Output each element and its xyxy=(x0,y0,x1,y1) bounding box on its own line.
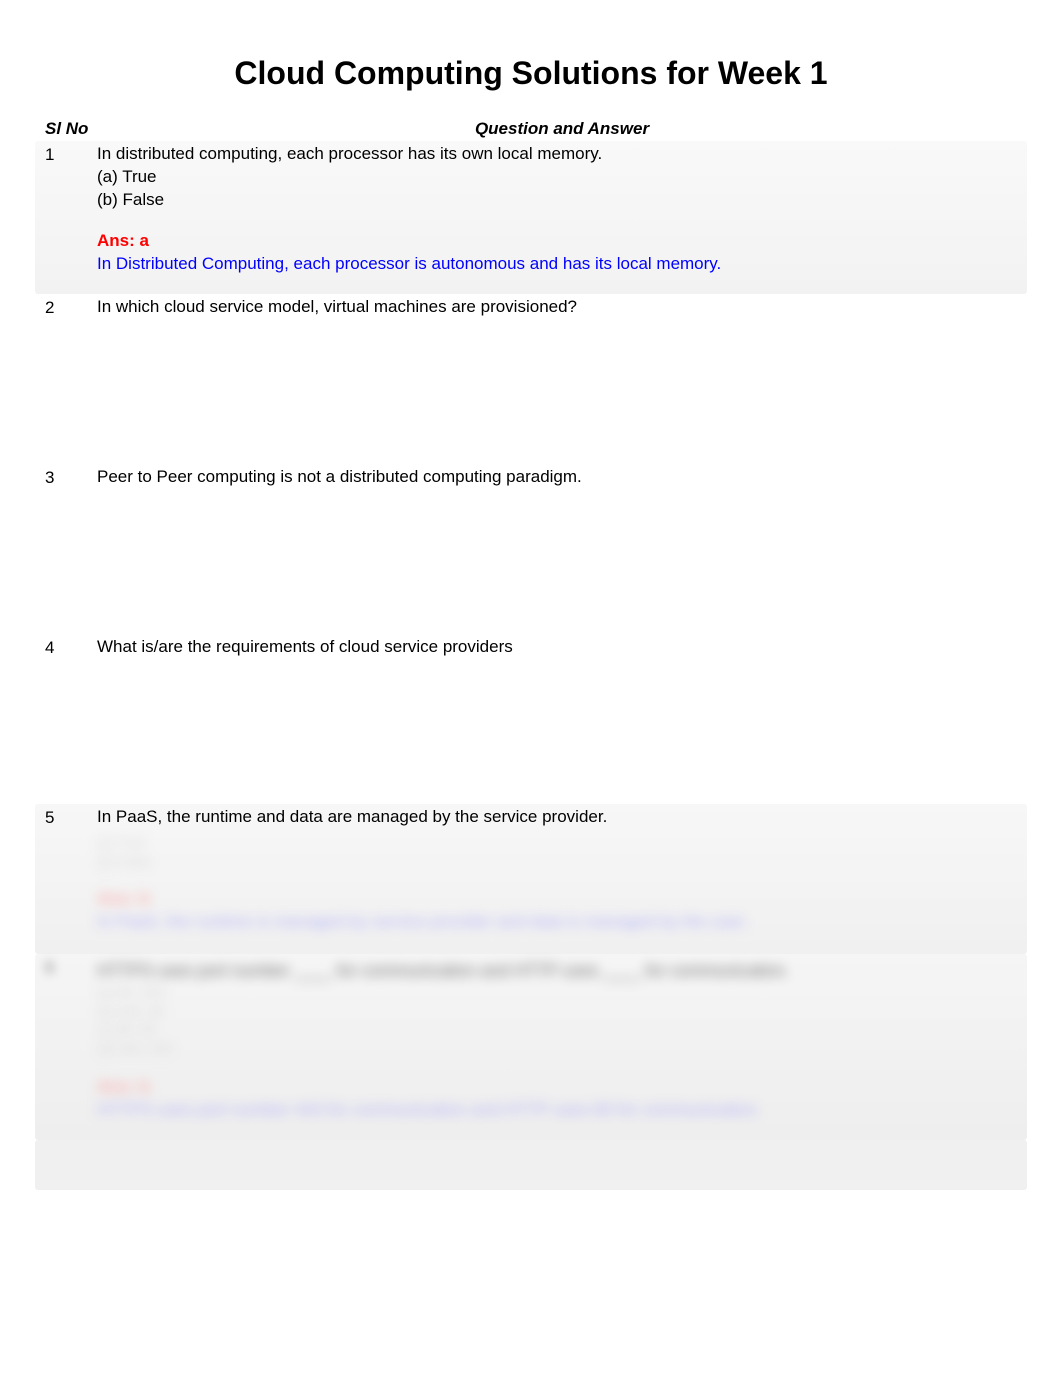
table-row: 4 What is/are the requirements of cloud … xyxy=(35,634,1027,804)
blurred-option: (b) False xyxy=(97,852,987,871)
row-number: 2 xyxy=(35,296,97,446)
table-row: 2 In which cloud service model, virtual … xyxy=(35,294,1027,464)
table-row: 5 In PaaS, the runtime and data are mana… xyxy=(35,804,1027,954)
header-qa: Question and Answer xyxy=(97,119,1027,139)
row-number: 3 xyxy=(35,466,97,616)
row-content: Peer to Peer computing is not a distribu… xyxy=(97,466,1027,616)
table-row: 3 Peer to Peer computing is not a distri… xyxy=(35,464,1027,634)
blurred-option: (d) 443, 443 xyxy=(97,1039,987,1058)
blurred-content: HTTPS uses port number ____ for communic… xyxy=(97,960,1027,1122)
page-title: Cloud Computing Solutions for Week 1 xyxy=(0,0,1062,117)
row-number: 1 xyxy=(35,143,97,276)
option-b: (b) False xyxy=(97,189,987,212)
row-content: In which cloud service model, virtual ma… xyxy=(97,296,1027,446)
row-number: 6 xyxy=(35,956,97,1122)
blurred-content: (a) True (b) False Ans: b In PaaS, the r… xyxy=(97,833,987,935)
blurred-answer: Ans: b xyxy=(97,888,987,911)
question-text: What is/are the requirements of cloud se… xyxy=(97,637,513,656)
table-row: 6 HTTPS uses port number ____ for commun… xyxy=(35,954,1027,1140)
question-text: In distributed computing, each processor… xyxy=(97,144,602,163)
blurred-explanation: HTTPS uses port number 443 for communica… xyxy=(97,1099,987,1122)
blurred-explanation: In PaaS, the runtime is managed by servi… xyxy=(97,911,987,934)
table-row xyxy=(35,1140,1027,1190)
table-header-row: Sl No Question and Answer xyxy=(35,117,1027,141)
row-number: 4 xyxy=(35,636,97,786)
answer-label: Ans: a xyxy=(97,230,987,253)
question-text: In which cloud service model, virtual ma… xyxy=(97,297,577,316)
qa-table: Sl No Question and Answer 1 In distribut… xyxy=(0,117,1062,1190)
row-number xyxy=(35,1142,97,1172)
blurred-question: HTTPS uses port number ____ for communic… xyxy=(97,961,789,980)
row-number: 5 xyxy=(35,806,97,936)
blurred-option: (b) 443, 80 xyxy=(97,1002,987,1021)
header-slno: Sl No xyxy=(35,119,97,139)
blurred-option: (c) 80, 80 xyxy=(97,1020,987,1039)
answer-explanation: In Distributed Computing, each processor… xyxy=(97,253,987,276)
blurred-option: (a) 80, 443 xyxy=(97,983,987,1002)
option-a: (a) True xyxy=(97,166,987,189)
blurred-answer: Ans: b xyxy=(97,1076,987,1099)
row-content: In distributed computing, each processor… xyxy=(97,143,1027,276)
row-content: What is/are the requirements of cloud se… xyxy=(97,636,1027,786)
blurred-option: (a) True xyxy=(97,833,987,852)
row-content xyxy=(97,1142,1027,1172)
question-text: Peer to Peer computing is not a distribu… xyxy=(97,467,582,486)
row-content: In PaaS, the runtime and data are manage… xyxy=(97,806,1027,936)
question-text: In PaaS, the runtime and data are manage… xyxy=(97,807,607,826)
table-row: 1 In distributed computing, each process… xyxy=(35,141,1027,294)
